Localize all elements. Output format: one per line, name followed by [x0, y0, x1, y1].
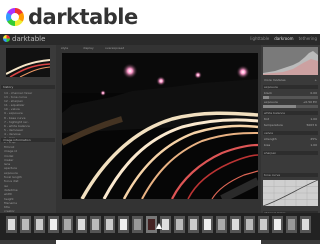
histogram-graph [263, 47, 318, 75]
site-banner: darktable [0, 0, 320, 34]
filmstrip-thumb[interactable] [300, 216, 311, 233]
filmstrip-thumb[interactable] [62, 216, 73, 233]
row-label: exposure [264, 100, 278, 104]
filmstrip-thumb[interactable] [132, 216, 143, 233]
row-value: 5003 K [306, 123, 317, 127]
image-information-header[interactable]: image information [1, 138, 55, 142]
filmstrip-thumb[interactable] [76, 216, 87, 233]
sharpen-module-header[interactable]: sharpen [263, 151, 318, 155]
exposure-module-header[interactable]: exposure [263, 85, 318, 89]
strength-slider[interactable]: strength 25% [263, 137, 318, 141]
black-slider[interactable]: black 0.00 [263, 91, 318, 95]
tone-curve-graph[interactable] [263, 180, 318, 206]
display-button[interactable]: display [83, 45, 94, 51]
mouse-cursor-icon [156, 223, 162, 229]
filmstrip-thumb[interactable] [230, 216, 241, 233]
row-value: 0.00 [310, 91, 317, 95]
row-value: + [314, 78, 317, 82]
black-slider-track[interactable] [263, 96, 318, 99]
filmstrip-thumb[interactable] [34, 216, 45, 233]
view-darkroom[interactable]: darkroom [274, 35, 293, 42]
app-logo-icon [3, 35, 10, 42]
more-modules-row[interactable]: more modules + [263, 78, 318, 82]
row-label: white balance [264, 111, 285, 115]
white-balance-module-header[interactable]: white balance [263, 111, 318, 115]
exposure-slider[interactable]: exposure +0.50 EV [263, 100, 318, 104]
row-value: 1.00 [310, 117, 317, 121]
row-label: tone curve [264, 173, 281, 177]
filmstrip-thumb[interactable] [216, 216, 227, 233]
filmstrip-thumb[interactable] [188, 216, 199, 233]
row-label: tint [264, 117, 270, 121]
exposure-slider-track[interactable] [263, 105, 318, 108]
row-value: +0.50 EV [302, 100, 317, 104]
image-information-list: filmroll image id model maker lens apert… [4, 145, 54, 218]
filmstrip-thumb[interactable] [258, 216, 269, 233]
row-value: 1.00 [310, 143, 317, 147]
row-value: 25% [310, 137, 317, 141]
filmstrip-thumb[interactable] [272, 216, 283, 233]
navigation-preview[interactable] [6, 48, 50, 77]
filmstrip-thumb[interactable] [202, 216, 213, 233]
filmstrip-thumb[interactable] [90, 216, 101, 233]
tint-slider[interactable]: tint 1.00 [263, 117, 318, 121]
bias-slider[interactable]: bias 1.00 [263, 143, 318, 147]
darktable-window: darktable lighttable darkroom tethering … [0, 34, 320, 244]
tone-curve-module-header[interactable]: tone curve [263, 173, 318, 177]
main-photo[interactable] [62, 53, 258, 199]
navigation-thumbnail [6, 48, 50, 77]
center-toolbar: style display overexposed [59, 45, 259, 51]
filmstrip-thumb[interactable] [104, 216, 115, 233]
tone-curve-grid [263, 180, 318, 206]
overexposed-toggle[interactable]: overexposed [105, 45, 124, 51]
history-header[interactable]: history [1, 85, 55, 89]
light-trails-image [62, 53, 258, 199]
center-view: style display overexposed [59, 45, 259, 225]
row-label: bias [264, 143, 271, 147]
style-button[interactable]: style [61, 45, 68, 51]
top-bar: darktable lighttable darkroom tethering [0, 34, 320, 45]
row-label: more modules [264, 78, 286, 82]
view-tethering[interactable]: tethering [299, 35, 317, 42]
filmstrip-thumb[interactable] [286, 216, 297, 233]
filmstrip-thumb[interactable] [6, 216, 17, 233]
filmstrip-thumb[interactable] [20, 216, 31, 233]
aperture-logo-icon [6, 8, 24, 26]
filmstrip-thumb[interactable] [244, 216, 255, 233]
row-label: black [264, 91, 272, 95]
view-lighttable[interactable]: lighttable [250, 35, 269, 42]
banner-logo-text: darktable [28, 5, 138, 29]
filmstrip-thumb[interactable] [118, 216, 129, 233]
view-switcher: lighttable darkroom tethering [250, 35, 317, 42]
app-title: darktable [12, 35, 46, 43]
row-label: strength [264, 137, 277, 141]
row-label: sharpen [264, 151, 277, 155]
history-list: 14 - channel mixer 13 - tone curve 12 - … [4, 91, 54, 144]
row-label: temperature [264, 123, 283, 127]
row-label: velvia [264, 131, 273, 135]
filmstrip-thumb[interactable] [174, 216, 185, 233]
filmstrip-thumb[interactable] [48, 216, 59, 233]
velvia-module-header[interactable]: velvia [263, 131, 318, 135]
row-label: exposure [264, 85, 278, 89]
temperature-slider[interactable]: temperature 5003 K [263, 123, 318, 127]
histogram [263, 47, 318, 75]
